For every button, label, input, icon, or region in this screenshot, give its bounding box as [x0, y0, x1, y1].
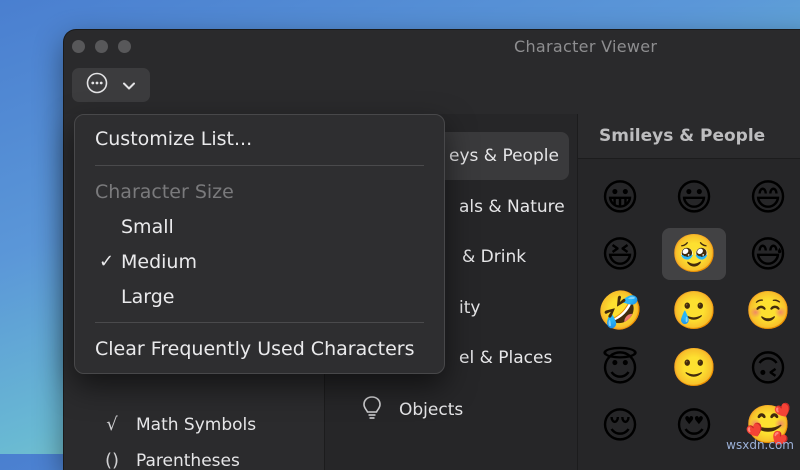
- category-label: & Drink: [462, 247, 526, 267]
- sidebar-item-label: Math Symbols: [136, 415, 256, 435]
- menu-separator: [95, 165, 424, 166]
- emoji-cell[interactable]: 😅: [736, 228, 800, 280]
- emoji-cell[interactable]: 😆: [588, 228, 652, 280]
- panel-header: Smileys & People: [578, 114, 800, 159]
- size-medium-item[interactable]: Medium: [121, 251, 197, 273]
- emoji-cell[interactable]: 🙃: [736, 342, 800, 394]
- emoji-cell[interactable]: 😃: [662, 171, 726, 223]
- emoji-cell[interactable]: ☺️: [736, 285, 800, 337]
- emoji-cell[interactable]: 😇: [588, 342, 652, 394]
- emoji-cell[interactable]: 😄: [736, 171, 800, 223]
- character-size-header: Character Size: [95, 181, 234, 203]
- category-objects[interactable]: Objects: [341, 386, 569, 434]
- window-title: Character Viewer: [514, 37, 657, 56]
- watermark: wsxdn.com: [726, 438, 794, 452]
- menu-separator: [95, 322, 424, 323]
- zoom-window-button[interactable]: [118, 40, 131, 53]
- close-window-button[interactable]: [72, 40, 85, 53]
- emoji-cell[interactable]: 🤣: [588, 285, 652, 337]
- action-menu-button[interactable]: [72, 68, 150, 102]
- emoji-cell[interactable]: 🙂: [662, 342, 726, 394]
- size-small-item[interactable]: Small: [121, 216, 174, 238]
- size-large-item[interactable]: Large: [121, 286, 174, 308]
- title-bar: Character Viewer: [64, 30, 800, 66]
- ellipsis-circle-icon: [86, 72, 108, 98]
- category-label: el & Places: [459, 348, 552, 368]
- sidebar-item-math-symbols[interactable]: √ Math Symbols: [98, 414, 256, 435]
- emoji-panel: Smileys & People 😀😃😄😆🥹😅🤣🥲☺️😇🙂🙃😌😍🥰: [578, 114, 800, 470]
- action-dropdown-menu: Customize List... Character Size Small ✓…: [74, 114, 445, 374]
- checkmark-icon: ✓: [99, 251, 114, 272]
- sidebar-item-label: Parentheses: [136, 451, 240, 470]
- emoji-cell[interactable]: 😌: [588, 399, 652, 451]
- category-label: als & Nature: [459, 197, 565, 217]
- chevron-down-icon: [122, 76, 136, 95]
- emoji-cell[interactable]: 😍: [662, 399, 726, 451]
- emoji-cell[interactable]: 😀: [588, 171, 652, 223]
- square-root-icon: √: [98, 414, 126, 435]
- lightbulb-icon: [361, 395, 383, 426]
- category-label: Objects: [399, 400, 463, 420]
- emoji-cell[interactable]: 🥹: [662, 228, 726, 280]
- emoji-cell[interactable]: 🥲: [662, 285, 726, 337]
- category-label: ity: [459, 298, 480, 318]
- clear-frequently-used-item[interactable]: Clear Frequently Used Characters: [95, 338, 415, 360]
- category-label: eys & People: [449, 146, 559, 166]
- customize-list-item[interactable]: Customize List...: [95, 128, 252, 150]
- minimize-window-button[interactable]: [95, 40, 108, 53]
- panel-title: Smileys & People: [599, 126, 765, 146]
- parentheses-icon: (): [98, 450, 126, 470]
- sidebar-item-parentheses[interactable]: () Parentheses: [98, 450, 240, 470]
